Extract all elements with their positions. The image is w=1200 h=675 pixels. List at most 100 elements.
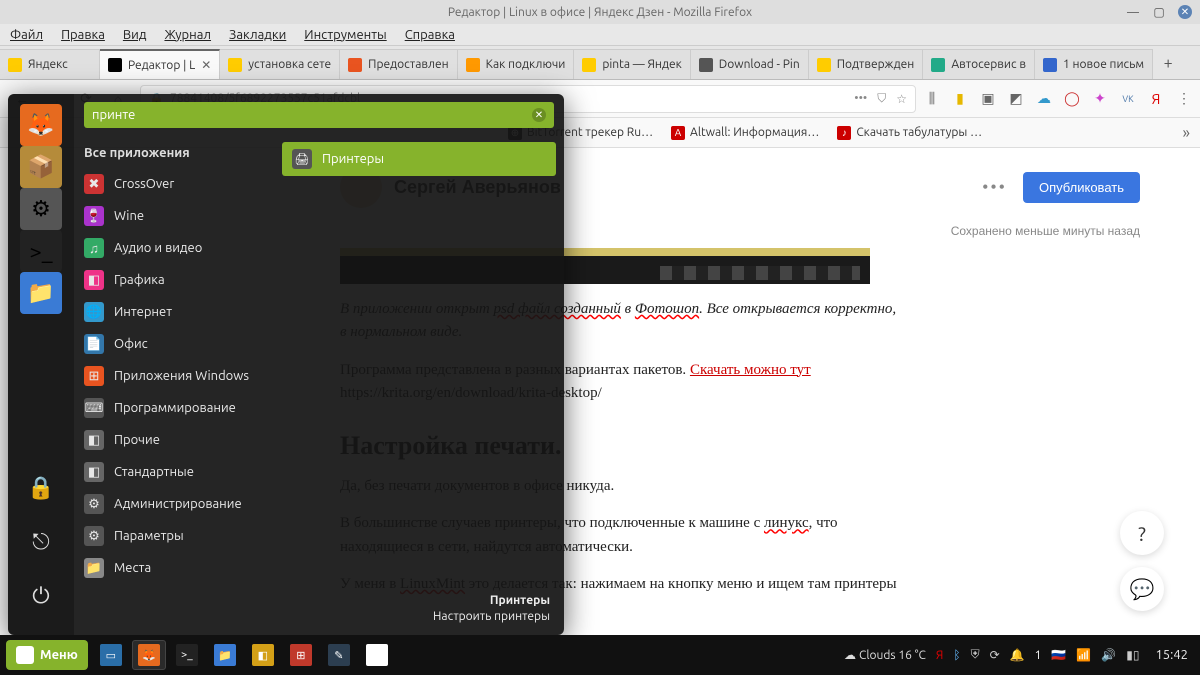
tab-2[interactable]: установка сете [220,49,340,79]
menu-result-printers[interactable]: 🖨 Принтеры [282,142,556,176]
app-launcher-3[interactable]: ✎ [322,640,356,670]
bookmark-item-2[interactable]: AAltwall: Информация… [671,126,819,140]
tab-7[interactable]: Подтвержден [809,49,924,79]
tab-9[interactable]: 1 новое письм [1035,49,1153,79]
menu-all-apps[interactable]: Все приложения [74,140,274,168]
app-launcher-1[interactable]: ◧ [246,640,280,670]
menu-category-9[interactable]: ◧Стандартные [74,456,274,488]
toolbar-extensions: ⫼ ▮ ▣ ◩ ☁ ◯ ✦ VK Я ⋮ [924,91,1192,107]
app-launcher-2[interactable]: ⊞ [284,640,318,670]
url-more-icon[interactable]: ••• [854,92,867,106]
menu-edit[interactable]: Правка [61,28,105,42]
sync-icon[interactable]: ☁ [1036,91,1052,107]
bookmark-item-3[interactable]: ♪Скачать табулатуры … [837,126,982,140]
tab-8[interactable]: Автосервис в [923,49,1035,79]
vk-icon[interactable]: VK [1120,91,1136,107]
bluetooth-icon[interactable]: ᛒ [953,649,960,662]
jigsaw-icon[interactable]: ✦ [1092,91,1108,107]
weather-applet[interactable]: ☁ Clouds 16 °C [844,648,926,662]
star-bookmark-icon[interactable]: ☆ [896,92,907,106]
menu-category-6[interactable]: ⊞Приложения Windows [74,360,274,392]
bookmark-favicon: ♪ [837,126,851,140]
new-tab-button[interactable]: + [1153,54,1183,72]
clock[interactable]: 15:42 [1155,648,1188,662]
tab-favicon [228,58,242,72]
bookmarks-overflow-icon[interactable]: » [1182,124,1190,142]
comments-fab[interactable]: 💬 [1120,567,1164,611]
menu-history[interactable]: Журнал [164,28,211,42]
article-more-button[interactable]: ••• [982,177,1007,198]
bookmark-flag-icon[interactable]: ▮ [952,91,968,107]
terminal-icon[interactable]: >_ [20,230,62,272]
menu-category-5[interactable]: 📄Офис [74,328,274,360]
files-launcher[interactable]: 📁 [208,640,242,670]
menu-category-2[interactable]: ♫Аудио и видео [74,232,274,264]
launcher-icon: ▭ [100,644,122,666]
firefox-icon[interactable]: 🦊 [20,104,62,146]
menu-category-1[interactable]: 🍷Wine [74,200,274,232]
menu-help[interactable]: Справка [405,28,455,42]
menu-category-4[interactable]: 🌐Интернет [74,296,274,328]
minimize-button[interactable]: — [1126,5,1140,19]
window-titlebar: Редактор | Linux в офисе | Яндекс Дзен -… [0,0,1200,24]
menu-search-input[interactable]: принте ✕ [84,102,554,128]
menu-button[interactable]: Меню [6,640,88,670]
keyboard-flag[interactable]: 🇷🇺 [1051,648,1066,662]
launcher-icon: ◉ [366,644,388,666]
download-link[interactable]: Скачать можно тут [690,362,811,378]
menu-category-12[interactable]: 📁Места [74,552,274,584]
close-button[interactable]: ✕ [1178,5,1192,19]
opera-icon[interactable]: ◯ [1064,91,1080,107]
tab-1[interactable]: Редактор | L✕ [100,49,220,79]
battery-icon[interactable]: ▮▯ [1126,648,1139,662]
menu-category-7[interactable]: ⌨Программирование [74,392,274,424]
shield-icon[interactable]: ⛨ [971,648,980,662]
publish-button[interactable]: Опубликовать [1023,172,1140,203]
terminal-launcher[interactable]: >_ [170,640,204,670]
software-icon[interactable]: 📦 [20,146,62,188]
menu-category-0[interactable]: ✖CrossOver [74,168,274,200]
files-icon[interactable]: 📁 [20,272,62,314]
tab-6[interactable]: Download - Pin [691,49,809,79]
menu-view[interactable]: Вид [123,28,147,42]
yandex-icon[interactable]: Я [1148,91,1164,107]
settings-icon[interactable]: ⚙ [20,188,62,230]
notification-icon[interactable]: 🔔 [1010,648,1025,662]
menu-category-3[interactable]: ◧Графика [74,264,274,296]
menu-bookmarks[interactable]: Закладки [229,28,286,42]
power-icon[interactable]: ⏻ [20,575,62,617]
menu-footer: Принтеры Настроить принтеры [74,587,564,635]
show-desktop-icon[interactable]: ▭ [94,640,128,670]
yandex-tray-icon[interactable]: Я [936,649,943,662]
wifi-icon[interactable]: 📶 [1076,648,1091,662]
notification-count[interactable]: 1 [1035,649,1042,662]
volume-icon[interactable]: 🔊 [1101,648,1116,662]
screenshot-icon[interactable]: ◩ [1008,91,1024,107]
tab-favicon [817,58,831,72]
bookmark-favicon: A [671,126,685,140]
tab-3[interactable]: Предоставлен [340,49,458,79]
menu-category-11[interactable]: ⚙Параметры [74,520,274,552]
menu-category-8[interactable]: ◧Прочие [74,424,274,456]
updates-icon[interactable]: ⟳ [990,648,1000,662]
lock-icon[interactable]: 🔒 [20,467,62,509]
maximize-button[interactable]: ▢ [1152,5,1166,19]
firefox-launcher[interactable]: 🦊 [132,640,166,670]
launcher-icon: >_ [176,644,198,666]
search-clear-icon[interactable]: ✕ [532,108,546,122]
menu-file[interactable]: Файл [10,28,43,42]
tab-0[interactable]: Яндекс [0,49,100,79]
help-fab[interactable]: ? [1120,511,1164,555]
tracking-shield-icon[interactable]: ⛉ [877,92,886,106]
menu-category-10[interactable]: ⚙Администрирование [74,488,274,520]
category-icon: ◧ [84,430,104,450]
tab-close-icon[interactable]: ✕ [201,58,211,72]
logout-icon[interactable]: ⎋ [20,521,62,563]
tab-5[interactable]: pinta — Яндек [574,49,690,79]
panel-icon[interactable]: ▣ [980,91,996,107]
library-icon[interactable]: ⫼ [924,91,940,107]
overflow-menu-icon[interactable]: ⋮ [1176,91,1192,107]
menu-tools[interactable]: Инструменты [304,28,386,42]
tab-4[interactable]: Как подключи [458,49,575,79]
krita-launcher[interactable]: ◉ [360,640,394,670]
